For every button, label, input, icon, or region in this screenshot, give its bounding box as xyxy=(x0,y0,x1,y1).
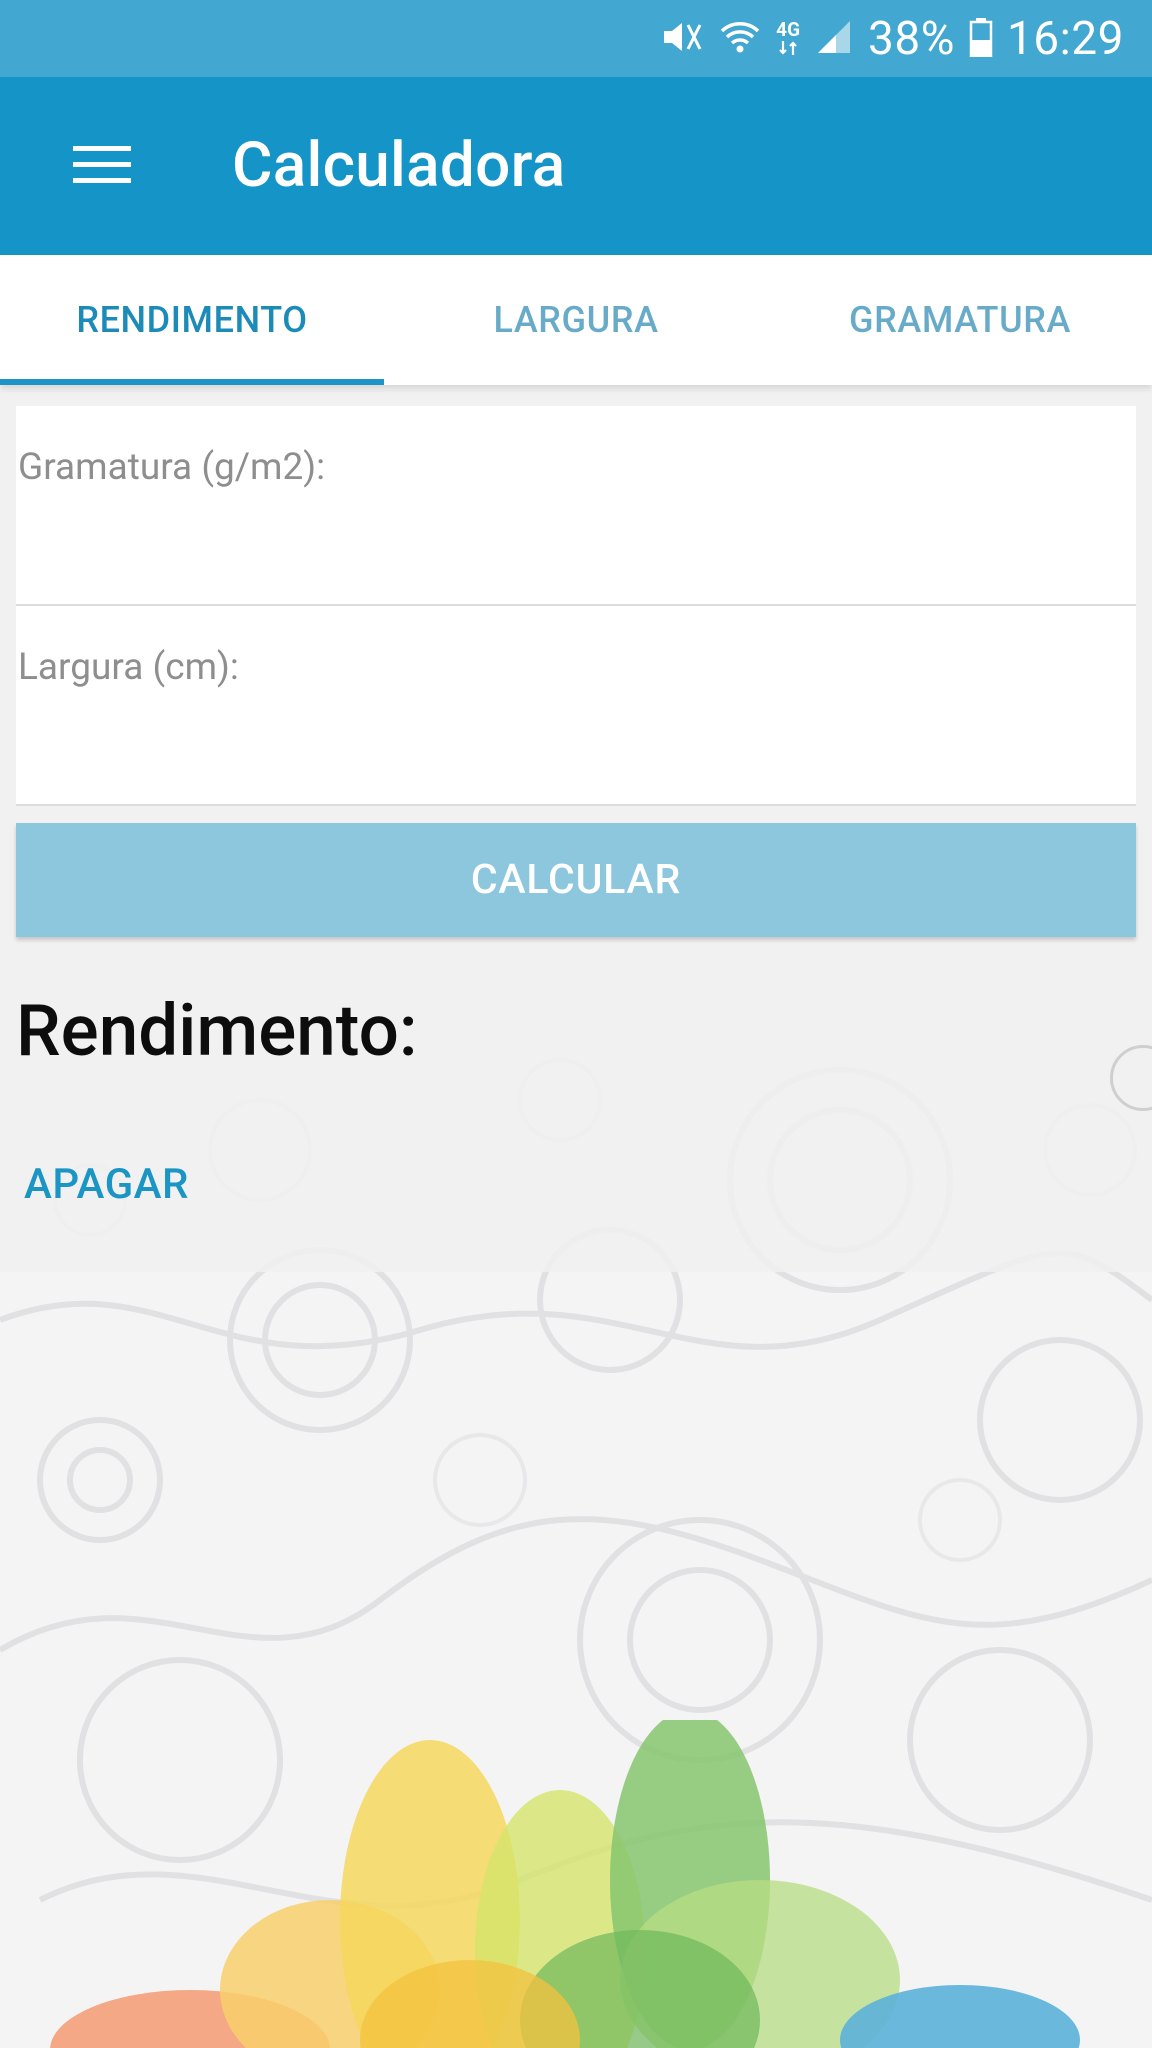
status-icons: 4G 38% 16:29 xyxy=(660,0,1124,77)
edge-ornament xyxy=(1110,1045,1152,1111)
largura-field[interactable]: Largura (cm): xyxy=(16,606,1136,806)
calculator-form: Gramatura (g/m2): Largura (cm): CALCULAR… xyxy=(0,390,1152,1272)
tab-gramatura[interactable]: GRAMATURA xyxy=(768,255,1152,385)
gramatura-field[interactable]: Gramatura (g/m2): xyxy=(16,406,1136,606)
flower-logo-image xyxy=(50,1720,1080,2048)
result-label: Rendimento: xyxy=(16,990,418,1073)
tab-bar: RENDIMENTO LARGURA GRAMATURA xyxy=(0,255,1152,385)
battery-icon xyxy=(969,17,993,61)
battery-percent: 38% xyxy=(868,11,955,66)
tab-rendimento[interactable]: RENDIMENTO xyxy=(0,255,384,385)
menu-button[interactable] xyxy=(54,131,150,203)
wifi-icon xyxy=(718,15,762,63)
calculate-button[interactable]: CALCULAR xyxy=(16,823,1136,937)
signal-icon xyxy=(814,17,854,61)
clock: 16:29 xyxy=(1006,11,1124,66)
largura-label: Largura (cm): xyxy=(18,646,239,689)
gramatura-label: Gramatura (g/m2): xyxy=(18,446,326,489)
app-title: Calculadora xyxy=(232,129,566,202)
mute-icon xyxy=(660,17,704,61)
tab-largura[interactable]: LARGURA xyxy=(384,255,768,385)
hamburger-menu-icon xyxy=(73,143,131,191)
network-4g-icon: 4G xyxy=(776,20,800,57)
active-tab-indicator xyxy=(0,379,384,385)
status-bar: 4G 38% 16:29 xyxy=(0,0,1152,77)
app-bar: Calculadora xyxy=(0,77,1152,255)
clear-button[interactable]: APAGAR xyxy=(24,1160,189,1209)
